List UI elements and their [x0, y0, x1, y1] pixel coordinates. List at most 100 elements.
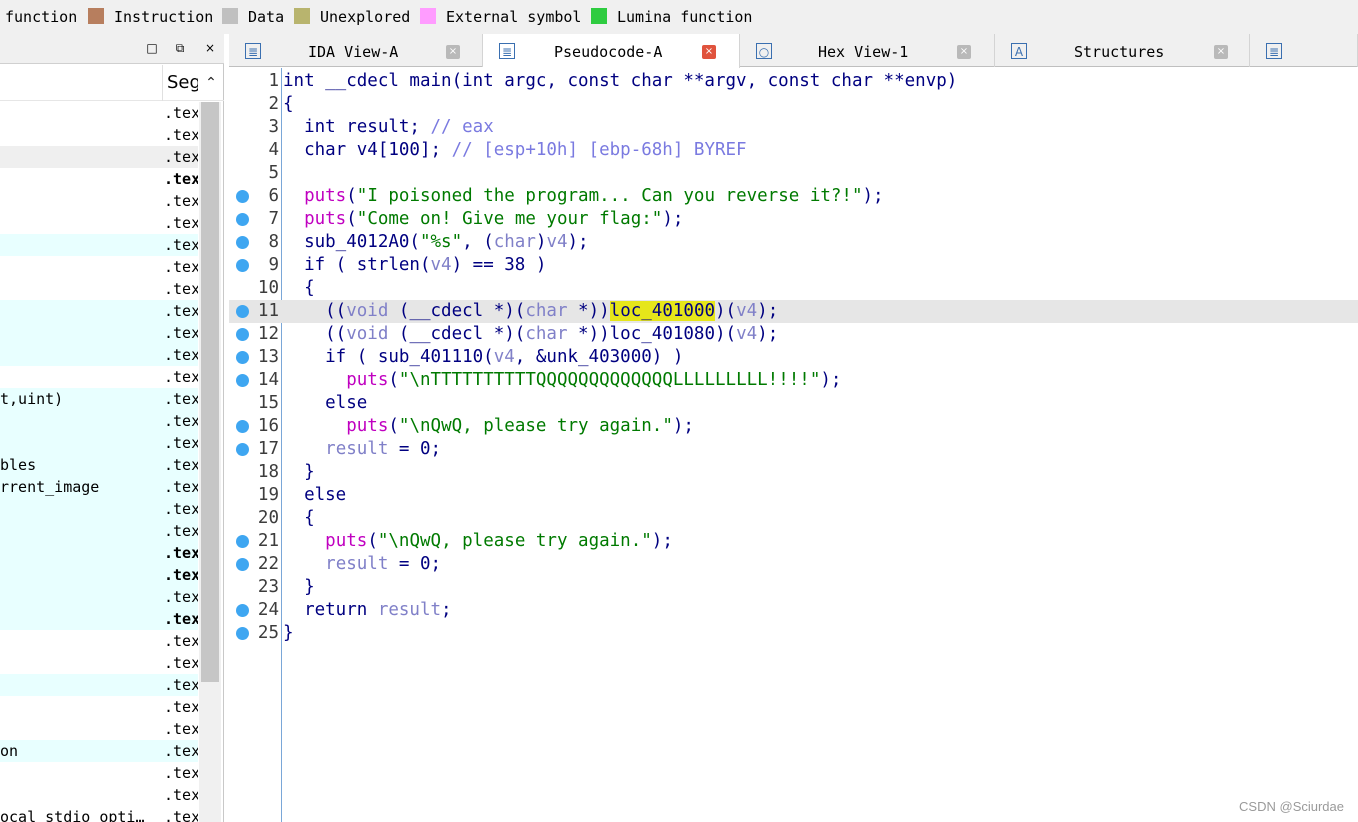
- breakpoint-dot-icon[interactable]: [236, 374, 249, 387]
- code-line[interactable]: 20 {: [229, 507, 1358, 530]
- code-token: if ( sub_401110(: [283, 347, 494, 367]
- function-row[interactable]: .text: [0, 146, 198, 168]
- code-line[interactable]: 7 puts("Come on! Give me your flag:");: [229, 208, 1358, 231]
- breakpoint-dot-icon[interactable]: [236, 443, 249, 456]
- breakpoint-dot-icon[interactable]: [236, 604, 249, 617]
- segment-column-header[interactable]: Segment: [162, 65, 198, 101]
- code-token: );: [662, 209, 684, 229]
- code-line[interactable]: 22 result = 0;: [229, 553, 1358, 576]
- function-row[interactable]: .text: [0, 542, 198, 564]
- code-line[interactable]: 25}: [229, 622, 1358, 645]
- close-icon[interactable]: ×: [202, 40, 218, 56]
- function-row[interactable]: .text: [0, 344, 198, 366]
- code-line[interactable]: 24 return result;: [229, 599, 1358, 622]
- code-line[interactable]: 8 sub_4012A0("%s", (char)v4);: [229, 231, 1358, 254]
- breakpoint-dot-icon[interactable]: [236, 236, 249, 249]
- code-line[interactable]: 12 ((void (__cdecl *)(char *))loc_401080…: [229, 323, 1358, 346]
- code-token: (: [346, 209, 357, 229]
- breakpoint-dot-icon[interactable]: [236, 351, 249, 364]
- code-token: void: [346, 324, 389, 344]
- code-line[interactable]: 9 if ( strlen(v4) == 38 ): [229, 254, 1358, 277]
- code-token: sub_4012A0(: [283, 232, 420, 252]
- highlighted-symbol[interactable]: loc_401000: [609, 301, 716, 321]
- code-line[interactable]: 19 else: [229, 484, 1358, 507]
- breakpoint-dot-icon[interactable]: [236, 627, 249, 640]
- code-line[interactable]: 21 puts("\nQwQ, please try again.");: [229, 530, 1358, 553]
- segment-cell: .text: [164, 808, 198, 822]
- function-row[interactable]: .text: [0, 520, 198, 542]
- function-row[interactable]: .text: [0, 234, 198, 256]
- code-line[interactable]: 18 }: [229, 461, 1358, 484]
- function-row[interactable]: bles .text: [0, 454, 198, 476]
- function-row[interactable]: .text: [0, 432, 198, 454]
- breakpoint-dot-icon[interactable]: [236, 259, 249, 272]
- code-line[interactable]: 13 if ( sub_401110(v4, &unk_403000) ): [229, 346, 1358, 369]
- function-row[interactable]: .text: [0, 652, 198, 674]
- function-row[interactable]: .text: [0, 498, 198, 520]
- function-row[interactable]: .text: [0, 762, 198, 784]
- close-tab-icon[interactable]: ×: [446, 45, 460, 59]
- code-token: result: [325, 439, 389, 459]
- tab-hex-view-1[interactable]: ○ Hex View-1 ×: [740, 34, 995, 67]
- breakpoint-dot-icon[interactable]: [236, 305, 249, 318]
- function-row[interactable]: .text: [0, 784, 198, 806]
- breakpoint-dot-icon[interactable]: [236, 213, 249, 226]
- restore-icon[interactable]: □: [144, 40, 160, 56]
- function-row[interactable]: t,uint) .text: [0, 388, 198, 410]
- tab-e[interactable]: ≣E: [1250, 34, 1358, 67]
- line-number: 12: [257, 324, 279, 344]
- chevron-up-icon[interactable]: ⌃: [202, 65, 220, 101]
- code-line[interactable]: 10 {: [229, 277, 1358, 300]
- function-row[interactable]: .text: [0, 102, 198, 124]
- code-line[interactable]: 23 }: [229, 576, 1358, 599]
- function-row[interactable]: rrent_image .text: [0, 476, 198, 498]
- function-row[interactable]: .text: [0, 190, 198, 212]
- tab-label: Pseudocode-A: [554, 43, 663, 61]
- breakpoint-dot-icon[interactable]: [236, 535, 249, 548]
- breakpoint-dot-icon[interactable]: [236, 328, 249, 341]
- function-row[interactable]: .text: [0, 410, 198, 432]
- code-line[interactable]: 14 puts("\nTTTTTTTTTTQQQQQQQQQQQQQLLLLLL…: [229, 369, 1358, 392]
- function-row[interactable]: .text: [0, 278, 198, 300]
- code-line[interactable]: 16 puts("\nQwQ, please try again.");: [229, 415, 1358, 438]
- tab-structures[interactable]: A Structures ×: [995, 34, 1250, 67]
- pseudocode-view[interactable]: 1 int __cdecl main(int argc, const char *…: [229, 68, 1358, 822]
- function-row[interactable]: .text: [0, 300, 198, 322]
- close-tab-icon[interactable]: ×: [1214, 45, 1228, 59]
- code-line[interactable]: 1 int __cdecl main(int argc, const char *…: [229, 70, 1358, 93]
- function-row[interactable]: .text: [0, 630, 198, 652]
- tab-ida-view-a[interactable]: ≣ IDA View-A ×: [229, 34, 483, 67]
- breakpoint-dot-icon[interactable]: [236, 190, 249, 203]
- code-line[interactable]: 4 char v4[100]; // [esp+10h] [ebp-68h] B…: [229, 139, 1358, 162]
- function-row[interactable]: .text: [0, 674, 198, 696]
- breakpoint-dot-icon[interactable]: [236, 558, 249, 571]
- function-row[interactable]: on .text: [0, 740, 198, 762]
- function-row[interactable]: .text: [0, 608, 198, 630]
- function-row[interactable]: .text: [0, 586, 198, 608]
- function-row[interactable]: .text: [0, 366, 198, 388]
- vertical-scrollbar[interactable]: [199, 102, 221, 822]
- code-line[interactable]: 5: [229, 162, 1358, 185]
- code-line[interactable]: 2{: [229, 93, 1358, 116]
- function-row[interactable]: .text: [0, 212, 198, 234]
- function-row[interactable]: ocal stdio opti… .text: [0, 806, 198, 822]
- code-line[interactable]: 6 puts("I poisoned the program... Can yo…: [229, 185, 1358, 208]
- code-text: puts("\nQwQ, please try again.");: [283, 415, 694, 438]
- function-row[interactable]: .text: [0, 322, 198, 344]
- function-row[interactable]: .text: [0, 124, 198, 146]
- tab-pseudocode-a[interactable]: ≣ Pseudocode-A ×: [483, 34, 740, 68]
- code-line[interactable]: 11 ((void (__cdecl *)(char *))loc_401000…: [229, 300, 1358, 323]
- code-line[interactable]: 3 int result; // eax: [229, 116, 1358, 139]
- close-tab-icon[interactable]: ×: [957, 45, 971, 59]
- close-tab-icon[interactable]: ×: [702, 45, 716, 59]
- function-row[interactable]: .text: [0, 718, 198, 740]
- scrollbar-thumb[interactable]: [201, 102, 219, 682]
- breakpoint-dot-icon[interactable]: [236, 420, 249, 433]
- function-row[interactable]: .text: [0, 168, 198, 190]
- code-line[interactable]: 15 else: [229, 392, 1358, 415]
- float-icon[interactable]: ⧉: [172, 40, 188, 56]
- function-row[interactable]: .text: [0, 564, 198, 586]
- function-row[interactable]: .text: [0, 256, 198, 278]
- function-row[interactable]: .text: [0, 696, 198, 718]
- code-line[interactable]: 17 result = 0;: [229, 438, 1358, 461]
